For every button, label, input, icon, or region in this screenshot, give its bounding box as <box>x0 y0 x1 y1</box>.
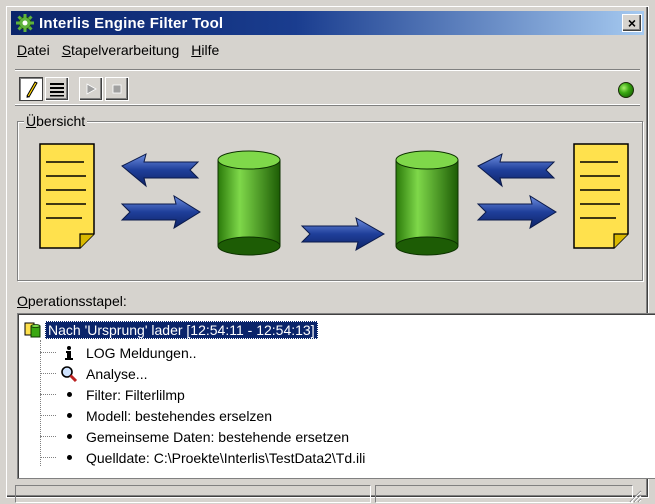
main-window: Interlis Engine Filter Tool × Datei Stap… <box>6 6 655 503</box>
arrow-right-icon <box>120 194 201 230</box>
tree-item-gemeinsame-daten[interactable]: Gemeinseme Daten: bestehende ersetzen <box>40 426 349 447</box>
bullet-icon <box>60 428 78 446</box>
window-title: Interlis Engine Filter Tool <box>39 14 224 32</box>
tree-item-label: Quelldate: C:\Proekte\Interlis\TestData2… <box>86 449 366 466</box>
overview-group: Übersicht <box>17 113 643 281</box>
arrow-left-icon <box>121 153 200 188</box>
tree-item-label: Modell: bestehendes erselzen <box>86 407 273 424</box>
bullet-icon <box>60 386 78 404</box>
overview-diagram <box>39 143 629 256</box>
status-led-icon <box>618 82 634 98</box>
arrow-transfer-icon <box>300 216 386 252</box>
toolbar <box>15 69 640 105</box>
operations-label-text: perationsstapel: <box>27 293 127 309</box>
menu-datei[interactable]: Datei <box>13 42 58 58</box>
status-bar <box>15 485 642 503</box>
close-button[interactable]: × <box>622 14 642 32</box>
resize-grip-icon[interactable] <box>628 489 642 503</box>
edit-button[interactable] <box>19 77 43 101</box>
bullet-icon <box>60 449 78 467</box>
overview-legend-mnemonic: Ü <box>26 113 37 129</box>
operations-label: Operationsstapel: <box>17 293 127 309</box>
tree-item-label: Filter: Filterlilmp <box>86 386 185 403</box>
edit-pencil-icon <box>26 81 38 98</box>
menu-stapel-mnemonic: S <box>61 42 72 58</box>
tree-item-log[interactable]: LOG Meldungen.. <box>40 342 197 363</box>
bullet-icon <box>60 407 78 425</box>
arrow-right-icon <box>476 194 557 230</box>
magnifier-icon <box>60 365 78 383</box>
tree-item-label: Gemeinseme Daten: bestehende ersetzen <box>86 428 350 445</box>
menu-datei-label: atei <box>27 42 50 58</box>
batch-icon <box>24 322 41 338</box>
menu-hilfe[interactable]: Hilfe <box>187 42 227 58</box>
tree-root-item[interactable]: Nach 'Ursprung' lader [12:54:11 - 12:54:… <box>24 320 318 340</box>
database-icon <box>217 150 281 256</box>
stop-button[interactable] <box>105 77 129 101</box>
close-icon: × <box>627 15 637 31</box>
menu-hilfe-label: ilfe <box>201 42 220 58</box>
stop-icon <box>112 84 122 94</box>
play-icon <box>86 83 97 95</box>
list-lines-icon <box>50 83 64 97</box>
tree-item-filter[interactable]: Filter: Filterlilmp <box>40 384 185 405</box>
tree-item-analyse[interactable]: Analyse... <box>40 363 147 384</box>
operations-label-mnemonic: O <box>17 293 28 309</box>
arrow-left-icon <box>477 153 556 188</box>
overview-legend: Übersicht <box>24 113 88 129</box>
overview-legend-label: bersicht <box>36 113 86 129</box>
status-pane-left <box>15 485 371 503</box>
tree-root-label: Nach 'Ursprung' lader [12:54:11 - 12:54:… <box>45 321 318 339</box>
list-button[interactable] <box>45 77 69 101</box>
status-pane-right <box>375 485 633 503</box>
source-document-icon <box>39 143 95 249</box>
title-bar[interactable]: Interlis Engine Filter Tool × <box>11 11 644 35</box>
menu-stapelverarbeitung[interactable]: Stapelverarbeitung <box>58 42 188 58</box>
menu-datei-mnemonic: D <box>17 42 28 58</box>
operations-tree[interactable]: Nach 'Ursprung' lader [12:54:11 - 12:54:… <box>17 313 655 479</box>
database-icon <box>395 150 459 256</box>
menu-bar: Datei Stapelverarbeitung Hilfe <box>13 39 642 61</box>
tree-item-modell[interactable]: Modell: bestehendes erselzen <box>40 405 272 426</box>
run-button[interactable] <box>79 77 103 101</box>
tree-item-label: LOG Meldungen.. <box>86 344 197 361</box>
tree-item-quelldatei[interactable]: Quelldate: C:\Proekte\Interlis\TestData2… <box>40 447 365 468</box>
app-gear-icon <box>16 14 34 32</box>
tree-item-label: Analyse... <box>86 365 148 382</box>
target-document-icon <box>573 143 629 249</box>
menu-hilfe-mnemonic: H <box>191 42 202 58</box>
menu-stapel-label: tapelverarbeitung <box>71 42 180 58</box>
info-icon <box>60 344 78 362</box>
